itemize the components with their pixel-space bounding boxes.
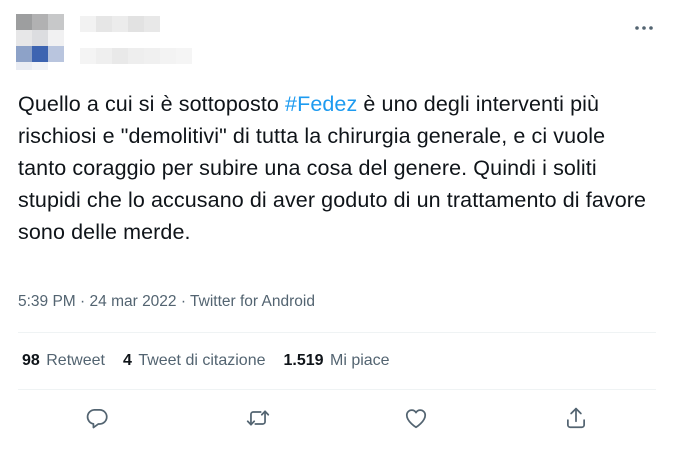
divider: [18, 332, 656, 333]
like-count: 1.519: [283, 352, 324, 369]
tweet-source[interactable]: Twitter for Android: [190, 293, 315, 310]
quote-count: 4: [122, 352, 132, 369]
retweet-label: Retweet: [46, 352, 105, 369]
reply-button[interactable]: [84, 405, 110, 431]
tweet-text-before: Quello a cui si è sottoposto: [18, 92, 286, 116]
divider: [18, 389, 656, 390]
avatar[interactable]: [16, 14, 64, 70]
share-icon: [567, 407, 585, 429]
meta-separator: ·: [176, 293, 191, 310]
more-horizontal-icon: [635, 26, 653, 30]
retweet-icon: [246, 410, 270, 426]
tweet-meta: 5:39 PM · 24 mar 2022 · Twitter for Andr…: [18, 293, 315, 311]
tweet-stats: 98 Retweet 4 Tweet di citazione 1.519 Mi p…: [22, 352, 408, 370]
heart-icon: [405, 409, 427, 429]
display-name[interactable]: [80, 16, 192, 64]
action-bar: [0, 405, 677, 433]
like-count-link[interactable]: 1.519 Mi piace: [284, 352, 390, 370]
tweet-card: Quello a cui si è sottoposto #Fedez è un…: [0, 0, 677, 449]
retweet-button[interactable]: [245, 405, 271, 431]
share-button[interactable]: [563, 405, 589, 431]
quote-count-link[interactable]: 4 Tweet di citazione: [123, 352, 266, 370]
like-button[interactable]: [403, 405, 429, 431]
retweet-count: 98: [22, 352, 40, 369]
like-label: Mi piace: [330, 352, 390, 369]
tweet-time[interactable]: 5:39 PM: [18, 293, 76, 310]
retweet-count-link[interactable]: 98 Retweet: [22, 352, 105, 370]
tweet-text: Quello a cui si è sottoposto #Fedez è un…: [18, 88, 658, 248]
reply-icon: [86, 409, 108, 429]
tweet-date[interactable]: 24 mar 2022: [90, 293, 177, 310]
meta-separator: ·: [75, 293, 90, 310]
hashtag-link[interactable]: #Fedez: [285, 92, 357, 116]
more-options-button[interactable]: [633, 18, 655, 38]
quote-label: Tweet di citazione: [138, 352, 266, 369]
